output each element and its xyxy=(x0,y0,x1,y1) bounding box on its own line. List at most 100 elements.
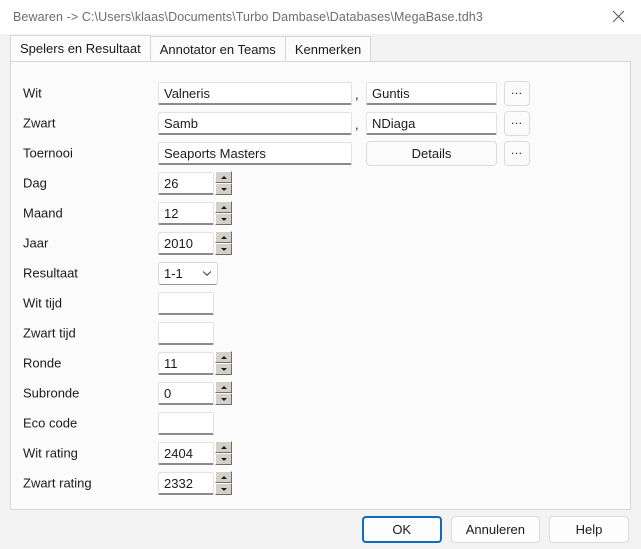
label-ronde: Ronde xyxy=(23,355,62,371)
spinner-dag-up[interactable] xyxy=(215,171,232,183)
spinner-subronde-down[interactable] xyxy=(215,393,232,405)
dialog-footer: OK Annuleren Help xyxy=(0,510,641,549)
spinner-wit-rating-up[interactable] xyxy=(215,441,232,453)
caret-up-icon xyxy=(220,175,227,179)
close-icon xyxy=(612,10,624,22)
label-subronde: Subronde xyxy=(23,385,80,401)
dialog-window: Bewaren -> C:\Users\klaas\Documents\Turb… xyxy=(0,0,641,549)
form-row-zwart: Zwart Samb , NDiaga … xyxy=(11,108,630,138)
tab-kenmerken[interactable]: Kenmerken xyxy=(284,36,372,61)
form-row-dag: Dag 26 xyxy=(11,168,630,198)
caret-down-icon xyxy=(220,217,227,221)
spinner-zwart-rating-down[interactable] xyxy=(215,483,232,495)
ok-button-label: OK xyxy=(392,522,412,537)
spinner-jaar-down[interactable] xyxy=(215,243,232,255)
spinner-zwart-rating[interactable] xyxy=(215,471,232,495)
browse-button-zwart[interactable]: … xyxy=(504,110,530,136)
input-maand[interactable]: 12 xyxy=(158,201,214,225)
spinner-ronde[interactable] xyxy=(215,351,232,375)
input-eco-code[interactable] xyxy=(158,411,214,435)
browse-button-toernooi[interactable]: … xyxy=(504,140,530,166)
spinner-ronde-down[interactable] xyxy=(215,363,232,375)
form-row-ronde: Ronde 11 xyxy=(11,348,630,378)
form-row-toernooi: Toernooi Seaports Masters Details … xyxy=(11,138,630,168)
tab-annotator-en-teams[interactable]: Annotator en Teams xyxy=(149,36,286,61)
tab-label: Kenmerken xyxy=(294,41,362,57)
form-row-eco-code: Eco code xyxy=(11,408,630,438)
caret-down-icon xyxy=(220,457,227,461)
spinner-wit-rating[interactable] xyxy=(215,441,232,465)
input-zwart-rating[interactable]: 2332 xyxy=(158,471,214,495)
label-toernooi: Toernooi xyxy=(23,145,73,161)
input-zwart-lastname[interactable]: Samb xyxy=(158,111,352,135)
tab-strip: Spelers en Resultaat Annotator en Teams … xyxy=(0,34,641,61)
spinner-wit-rating-down[interactable] xyxy=(215,453,232,465)
ok-button[interactable]: OK xyxy=(361,516,442,543)
input-toernooi[interactable]: Seaports Masters xyxy=(158,141,352,165)
caret-down-icon xyxy=(220,487,227,491)
input-ronde[interactable]: 11 xyxy=(158,351,214,375)
input-jaar[interactable]: 2010 xyxy=(158,231,214,255)
separator-wit: , xyxy=(355,87,359,102)
browse-button-zwart-label: … xyxy=(510,113,524,127)
spinner-zwart-rating-up[interactable] xyxy=(215,471,232,483)
caret-up-icon xyxy=(220,235,227,239)
tab-label: Spelers en Resultaat xyxy=(20,41,141,56)
input-wit-lastname[interactable]: Valneris xyxy=(158,81,352,105)
select-resultaat-value: 1-1 xyxy=(164,265,183,281)
input-wit-tijd[interactable] xyxy=(158,291,214,315)
input-wit-firstname[interactable]: Guntis xyxy=(366,81,497,105)
input-subronde[interactable]: 0 xyxy=(158,381,214,405)
spinner-jaar-up[interactable] xyxy=(215,231,232,243)
tab-label: Annotator en Teams xyxy=(159,41,276,57)
caret-up-icon xyxy=(220,205,227,209)
spinner-maand[interactable] xyxy=(215,201,232,225)
input-zwart-firstname[interactable]: NDiaga xyxy=(366,111,497,135)
select-resultaat[interactable]: 1-1 xyxy=(158,261,218,285)
spinner-dag-down[interactable] xyxy=(215,183,232,195)
spinner-dag[interactable] xyxy=(215,171,232,195)
close-button[interactable] xyxy=(595,0,641,32)
label-zwart-tijd: Zwart tijd xyxy=(23,325,76,341)
help-button-label: Help xyxy=(575,522,603,537)
form-row-subronde: Subronde 0 xyxy=(11,378,630,408)
input-dag[interactable]: 26 xyxy=(158,171,214,195)
tab-spelers-en-resultaat[interactable]: Spelers en Resultaat xyxy=(10,35,151,61)
spinner-maand-up[interactable] xyxy=(215,201,232,213)
input-wit-rating[interactable]: 2404 xyxy=(158,441,214,465)
caret-up-icon xyxy=(220,445,227,449)
form-row-maand: Maand 12 xyxy=(11,198,630,228)
cancel-button-label: Annuleren xyxy=(465,522,525,537)
browse-button-wit[interactable]: … xyxy=(504,80,530,106)
label-wit-rating: Wit rating xyxy=(23,445,78,461)
form-row-wit: Wit Valneris , Guntis … xyxy=(11,78,630,108)
label-zwart: Zwart xyxy=(23,115,56,131)
browse-button-wit-label: … xyxy=(510,83,524,97)
form-row-wit-rating: Wit rating 2404 xyxy=(11,438,630,468)
help-button[interactable]: Help xyxy=(549,516,629,543)
caret-up-icon xyxy=(220,355,227,359)
form-row-wit-tijd: Wit tijd xyxy=(11,288,630,318)
spinner-maand-down[interactable] xyxy=(215,213,232,225)
chevron-down-icon xyxy=(202,270,212,277)
caret-down-icon xyxy=(220,397,227,401)
tab-panel-spelers-en-resultaat: Wit Valneris , Guntis … Zwart Samb , NDi… xyxy=(10,61,631,510)
caret-down-icon xyxy=(220,367,227,371)
window-title: Bewaren -> C:\Users\klaas\Documents\Turb… xyxy=(13,9,483,24)
label-eco-code: Eco code xyxy=(23,415,78,431)
spinner-subronde[interactable] xyxy=(215,381,232,405)
caret-down-icon xyxy=(220,247,227,251)
label-zwart-rating: Zwart rating xyxy=(23,475,92,491)
spinner-ronde-up[interactable] xyxy=(215,351,232,363)
details-button[interactable]: Details xyxy=(366,140,497,166)
form-row-resultaat: Resultaat 1-1 xyxy=(11,258,630,288)
form: Wit Valneris , Guntis … Zwart Samb , NDi… xyxy=(11,62,630,498)
cancel-button[interactable]: Annuleren xyxy=(450,516,540,543)
form-row-zwart-tijd: Zwart tijd xyxy=(11,318,630,348)
input-zwart-tijd[interactable] xyxy=(158,321,214,345)
caret-up-icon xyxy=(220,385,227,389)
browse-button-toernooi-label: … xyxy=(510,143,524,157)
spinner-subronde-up[interactable] xyxy=(215,381,232,393)
form-row-jaar: Jaar 2010 xyxy=(11,228,630,258)
spinner-jaar[interactable] xyxy=(215,231,232,255)
